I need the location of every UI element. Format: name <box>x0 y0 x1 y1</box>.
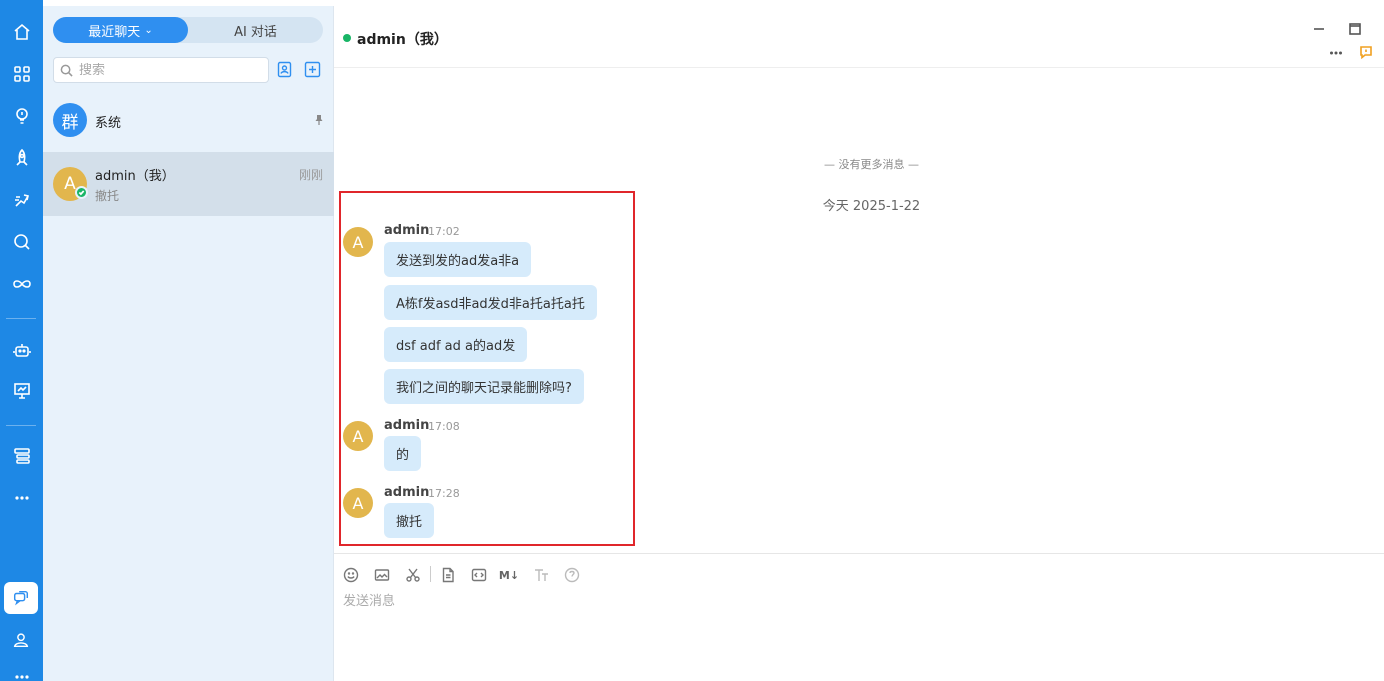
no-more-messages: — 没有更多消息 — <box>824 158 919 171</box>
search-box <box>53 57 269 83</box>
image-icon <box>374 569 390 581</box>
text-size-button[interactable] <box>532 566 550 584</box>
screenshot-button[interactable] <box>404 566 422 584</box>
chat-title: admin（我） <box>357 32 448 48</box>
group-avatar: 群 <box>53 103 87 137</box>
add-chat-button[interactable] <box>304 61 321 78</box>
chevron-down-icon: ⌄ <box>144 24 153 36</box>
pin-icon <box>315 115 323 125</box>
code-icon <box>471 568 487 582</box>
contacts-book-button[interactable] <box>276 61 293 78</box>
list-tabs: 最近聊天 ⌄ AI 对话 <box>53 17 323 43</box>
emoji-button[interactable] <box>342 566 360 584</box>
tab-recent-chats[interactable]: 最近聊天 ⌄ <box>53 17 188 43</box>
tab-recent-chats-label: 最近聊天 <box>88 24 141 40</box>
conversation-name: admin（我） <box>95 169 175 184</box>
contacts-book-icon <box>277 61 292 78</box>
image-button[interactable] <box>373 566 391 584</box>
message-input[interactable] <box>343 590 1373 670</box>
minimize-button[interactable] <box>1311 21 1327 37</box>
file-button[interactable] <box>439 566 457 584</box>
notice-button[interactable] <box>1358 44 1374 60</box>
more-bottom-icon[interactable] <box>0 660 43 681</box>
message-author: admin <box>384 418 430 433</box>
run-icon[interactable] <box>0 183 43 217</box>
toolbar-divider <box>430 566 431 582</box>
conversation-list-panel: 最近聊天 ⌄ AI 对话 群 系统 A <box>43 0 334 681</box>
message-avatar: A <box>343 227 373 257</box>
search-input[interactable] <box>79 62 259 78</box>
online-status-icon <box>75 186 88 199</box>
message-bubble[interactable]: 的 <box>384 436 422 471</box>
message-bubble[interactable]: A栋f发asd非ad发d非a托a托a托 <box>384 285 597 320</box>
help-icon <box>564 567 580 583</box>
message-time: 17:08 <box>428 420 460 433</box>
maximize-button[interactable] <box>1347 21 1363 37</box>
message-author: admin <box>384 223 430 238</box>
conversation-item-admin[interactable]: A admin（我） 撤托 刚刚 <box>43 152 334 216</box>
top-strip <box>43 0 334 6</box>
message-avatar: A <box>343 421 373 451</box>
rocket-icon[interactable] <box>0 141 43 175</box>
code-button[interactable] <box>470 566 488 584</box>
scissors-icon <box>406 568 420 582</box>
text-size-icon <box>535 569 548 581</box>
search-circle-icon[interactable] <box>0 225 43 259</box>
message-time: 17:02 <box>428 225 460 238</box>
rail-divider <box>6 425 36 426</box>
conversation-last-message: 撤托 <box>95 189 120 203</box>
infinity-icon[interactable] <box>0 267 43 301</box>
chat-area: admin（我） — 没有更多消息 — 今天 2025-1-22 A admin… <box>334 0 1384 681</box>
tab-ai-chat[interactable]: AI 对话 <box>188 17 323 43</box>
conversation-name: 系统 <box>95 116 122 131</box>
markdown-icon[interactable]: M↓ <box>499 566 519 584</box>
more-icon[interactable] <box>0 481 43 515</box>
file-icon <box>442 567 454 583</box>
chat-bubbles-icon[interactable] <box>4 582 38 614</box>
contact-icon[interactable] <box>4 624 38 656</box>
plus-square-icon <box>304 61 321 78</box>
apps-grid-icon[interactable] <box>0 57 43 91</box>
app-window: 最近聊天 ⌄ AI 对话 群 系统 A <box>0 0 1384 681</box>
search-icon <box>60 64 73 77</box>
minimize-icon <box>1314 28 1324 30</box>
more-options-button[interactable] <box>1328 45 1344 61</box>
navigation-rail <box>0 0 43 681</box>
message-bubble[interactable]: 撤托 <box>384 503 435 538</box>
conversation-time: 刚刚 <box>298 168 323 182</box>
chat-header: admin（我） <box>334 0 1384 68</box>
notice-icon <box>1360 46 1372 59</box>
bulb-icon[interactable] <box>0 99 43 133</box>
rail-divider <box>6 318 36 319</box>
message-composer: M↓ <box>334 553 1384 681</box>
help-button[interactable] <box>563 566 581 584</box>
tab-ai-chat-label: AI 对话 <box>234 24 277 40</box>
robot-icon[interactable] <box>0 333 43 367</box>
home-icon[interactable] <box>0 15 43 49</box>
stack-icon[interactable] <box>0 439 43 473</box>
message-time: 17:28 <box>428 487 460 500</box>
message-bubble[interactable]: 我们之间的聊天记录能删除吗? <box>384 369 584 404</box>
message-author: admin <box>384 485 430 500</box>
online-status-dot <box>343 34 351 42</box>
presentation-icon[interactable] <box>0 374 43 408</box>
maximize-icon <box>1349 23 1361 35</box>
message-avatar: A <box>343 488 373 518</box>
emoji-icon <box>343 567 359 583</box>
more-horizontal-icon <box>1329 51 1343 55</box>
message-bubble[interactable]: 发送到发的ad发a非a <box>384 242 532 277</box>
message-bubble[interactable]: dsf adf ad a的ad发 <box>384 327 528 362</box>
conversation-item-system[interactable]: 群 系统 <box>43 88 334 152</box>
